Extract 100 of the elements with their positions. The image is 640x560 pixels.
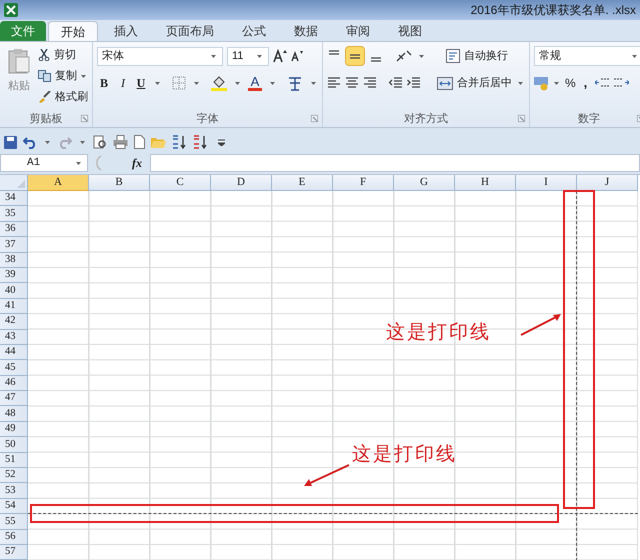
print-preview-icon[interactable]	[93, 135, 107, 149]
dropdown-arrow-icon[interactable]	[80, 140, 85, 144]
dropdown-arrow-icon[interactable]	[45, 140, 50, 144]
column-header[interactable]: B	[89, 175, 150, 191]
row-header[interactable]: 37	[0, 237, 28, 253]
worksheet-grid[interactable]	[28, 191, 638, 560]
dropdown-arrow-icon[interactable]	[311, 82, 316, 84]
increase-indent-icon[interactable]	[407, 76, 421, 90]
copy-button[interactable]: 复制	[38, 67, 88, 85]
dropdown-arrow-icon[interactable]	[76, 162, 81, 164]
font-size-field[interactable]: 11	[227, 46, 269, 66]
ribbon-tab[interactable]: 页面布局	[154, 21, 226, 41]
window-title: 2016年市级优课获奖名单. .xlsx	[470, 2, 636, 19]
sort-descending-icon[interactable]	[193, 134, 208, 150]
format-painter-button[interactable]: 格式刷	[38, 88, 88, 106]
ribbon-tab[interactable]: 数据	[282, 21, 330, 41]
row-header[interactable]: 56	[0, 530, 28, 545]
row-header[interactable]: 51	[0, 452, 28, 468]
decrease-indent-icon[interactable]	[389, 76, 403, 90]
row-header[interactable]: 42	[0, 314, 28, 330]
row-header[interactable]: 35	[0, 206, 28, 222]
spreadsheet-logo-icon[interactable]	[4, 3, 18, 17]
file-tab[interactable]: 文件	[0, 21, 46, 41]
column-header[interactable]: E	[272, 175, 333, 191]
dialog-launcher-icon[interactable]	[311, 115, 318, 122]
comma-button[interactable]: ,	[580, 73, 592, 93]
dialog-launcher-icon[interactable]	[81, 115, 88, 122]
row-header[interactable]: 49	[0, 422, 28, 438]
row-header[interactable]: 46	[0, 376, 28, 392]
printer-icon[interactable]	[113, 135, 128, 149]
row-header[interactable]: 40	[0, 283, 28, 299]
group-label: 剪贴板	[30, 112, 62, 127]
dropdown-arrow-icon[interactable]	[211, 54, 216, 58]
cut-button[interactable]: 剪切	[38, 46, 88, 64]
grow-font-icon[interactable]	[273, 49, 287, 63]
merge-center-button[interactable]: 合并后居中	[437, 74, 525, 92]
row-header[interactable]: 55	[0, 514, 28, 530]
column-header[interactable]: D	[211, 175, 272, 191]
row-header[interactable]: 53	[0, 483, 28, 499]
row-header[interactable]: 38	[0, 252, 28, 268]
align-center-icon[interactable]	[345, 76, 359, 90]
row-header[interactable]: 43	[0, 330, 28, 345]
customize-toolbar-icon[interactable]	[218, 138, 225, 146]
dropdown-arrow-icon[interactable]	[81, 74, 86, 78]
undo-icon[interactable]	[23, 136, 37, 148]
ribbon-tab[interactable]: 视图	[386, 21, 434, 41]
column-header[interactable]: C	[150, 175, 211, 191]
number-format-field[interactable]: 常规	[534, 46, 640, 66]
align-right-icon[interactable]	[363, 76, 377, 90]
dropdown-arrow-icon[interactable]	[194, 82, 199, 84]
column-header[interactable]: J	[577, 175, 638, 191]
row-header[interactable]: 44	[0, 344, 28, 360]
dropdown-arrow-icon[interactable]	[270, 82, 275, 84]
dropdown-arrow-icon[interactable]	[155, 82, 160, 84]
underline-button[interactable]: U	[135, 74, 147, 92]
align-left-icon[interactable]	[327, 76, 341, 90]
text-orientation-icon[interactable]	[395, 49, 413, 63]
ribbon-tab[interactable]: 审阅	[334, 21, 382, 41]
ribbon-tab[interactable]: 开始	[48, 21, 98, 41]
column-header[interactable]: H	[455, 175, 516, 191]
insert-function-button[interactable]: fx	[106, 154, 146, 172]
dropdown-arrow-icon[interactable]	[257, 54, 262, 58]
percent-button[interactable]: %	[563, 74, 578, 92]
row-header[interactable]: 45	[0, 360, 28, 376]
row-header[interactable]: 36	[0, 222, 28, 238]
row-header[interactable]: 57	[0, 544, 28, 560]
row-header[interactable]: 39	[0, 268, 28, 284]
column-header[interactable]: I	[516, 175, 577, 191]
shrink-font-icon[interactable]	[291, 50, 303, 62]
column-header[interactable]: G	[394, 175, 455, 191]
phonetic-guide-icon[interactable]	[287, 75, 303, 91]
fill-bucket-icon[interactable]	[211, 76, 227, 90]
formula-input[interactable]	[150, 154, 640, 172]
dropdown-arrow-icon[interactable]	[235, 82, 240, 84]
column-header[interactable]: F	[333, 175, 394, 191]
dropdown-arrow-icon[interactable]	[554, 82, 559, 84]
sort-ascending-icon[interactable]	[172, 134, 187, 150]
dropdown-arrow-icon[interactable]	[518, 82, 523, 84]
font-name-field[interactable]: 宋体	[97, 46, 223, 66]
dialog-launcher-icon[interactable]	[518, 115, 525, 122]
row-header[interactable]: 52	[0, 468, 28, 484]
row-header[interactable]: 48	[0, 406, 28, 422]
ribbon-tab[interactable]: 公式	[230, 21, 278, 41]
dropdown-arrow-icon[interactable]	[419, 54, 424, 58]
save-icon[interactable]	[4, 136, 17, 148]
name-box[interactable]: A1	[0, 154, 88, 172]
ribbon-tab[interactable]: 插入	[102, 21, 150, 41]
row-header[interactable]: 54	[0, 498, 28, 514]
row-header[interactable]: 47	[0, 391, 28, 406]
font-color-button[interactable]: A	[248, 76, 262, 90]
row-header[interactable]: 50	[0, 437, 28, 453]
column-header[interactable]: A	[28, 175, 89, 191]
wrap-text-button[interactable]: 自动换行	[446, 48, 508, 64]
bold-button[interactable]: B	[97, 74, 111, 92]
row-header[interactable]: 41	[0, 298, 28, 314]
borders-icon[interactable]	[172, 76, 186, 90]
new-document-icon[interactable]	[134, 135, 145, 149]
dropdown-arrow-icon[interactable]	[632, 54, 637, 58]
italic-button[interactable]: I	[117, 74, 129, 92]
row-header[interactable]: 34	[0, 191, 28, 206]
